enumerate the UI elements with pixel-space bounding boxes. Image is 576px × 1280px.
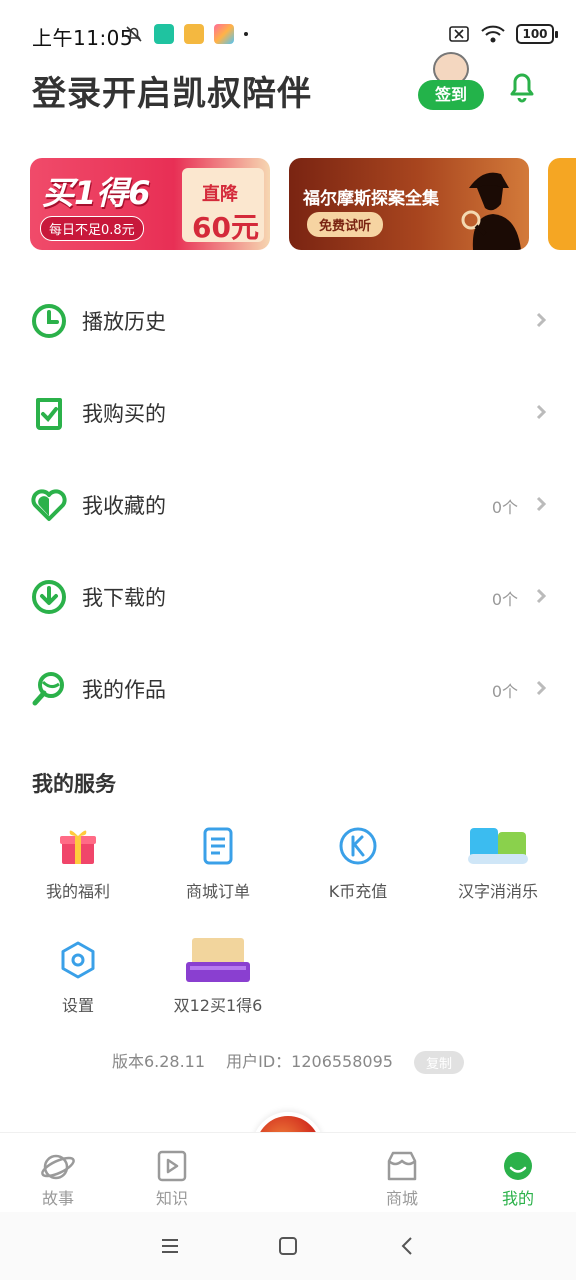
store-icon — [387, 1151, 417, 1181]
chevron-right-icon — [536, 404, 546, 420]
menu-item-label: 我下载的 — [82, 586, 166, 610]
clock-icon — [32, 304, 66, 338]
banner-main-text: 买1得6 — [42, 174, 151, 212]
menu-item-label: 我收藏的 — [82, 494, 166, 518]
bottom-nav: 故事 知识 商城 我的 — [0, 1132, 576, 1212]
menu-item-label: 我的作品 — [82, 678, 166, 702]
menu-lines-icon[interactable] — [158, 1234, 182, 1258]
service-label: 商城订单 — [185, 882, 250, 901]
chevron-right-icon — [536, 496, 546, 512]
toolbox-app-icon — [184, 24, 204, 44]
banner-sherlock[interactable]: 福尔摩斯探案全集 免费试听 — [289, 158, 529, 250]
tab-label: 我的 — [501, 1189, 534, 1208]
gift-icon — [60, 830, 96, 864]
heart-icon — [31, 489, 67, 521]
signin-label: 签到 — [418, 80, 484, 110]
chevron-right-icon — [536, 312, 546, 328]
k-coin-icon — [339, 827, 377, 865]
home-square-icon[interactable] — [276, 1234, 300, 1258]
discount-card: 直降 60元 — [182, 168, 264, 244]
discount-value: 60元 — [192, 211, 259, 244]
gallery-app-icon — [214, 24, 234, 44]
menu-item-works[interactable]: 我的作品 0个 — [0, 642, 576, 734]
service-hanzi-game[interactable]: 汉字消消乐 — [428, 824, 568, 902]
user-id: 用户ID：1206558095 — [226, 1052, 393, 1071]
video-play-icon — [157, 1150, 187, 1182]
download-icon — [32, 580, 66, 614]
service-label: 设置 — [61, 996, 94, 1015]
menu-item-count: 0个 — [491, 498, 518, 517]
more-notifications-dot-icon — [244, 32, 248, 36]
shield-app-icon — [154, 24, 174, 44]
status-bar: 上午11:05 100 — [0, 0, 576, 70]
microphone-icon — [32, 672, 64, 706]
menu-item-history[interactable]: 播放历史 — [0, 274, 576, 366]
detective-silhouette-icon — [461, 172, 521, 250]
service-welfare[interactable]: 我的福利 — [8, 824, 148, 902]
banner-partial[interactable] — [548, 158, 576, 250]
tab-store[interactable]: 商城 — [362, 1149, 442, 1209]
tab-story[interactable]: 故事 — [18, 1149, 98, 1209]
system-nav-bar — [0, 1212, 576, 1280]
chevron-right-icon — [536, 588, 546, 604]
shopping-bag-check-icon — [36, 398, 62, 430]
promo-card-icon — [186, 938, 250, 982]
service-kcoin[interactable]: K币充值 — [288, 824, 428, 902]
tab-label: 故事 — [41, 1189, 74, 1208]
sim-off-icon — [449, 26, 469, 42]
page-title[interactable]: 登录开启凯叔陪伴 — [32, 66, 312, 115]
menu-item-purchased[interactable]: 我购买的 — [0, 366, 576, 458]
tab-label: 知识 — [155, 1189, 188, 1208]
status-system-icons: 100 — [448, 24, 558, 44]
settings-hexagon-icon — [61, 941, 95, 979]
banner-carousel[interactable]: 买1得6 每日不足0.8元 直降 60元 福尔摩斯探案全集 免费试听 — [30, 158, 576, 250]
menu-item-count: 0个 — [491, 590, 518, 609]
battery-icon: 100 — [516, 24, 558, 44]
banner-promo-buy1get6[interactable]: 买1得6 每日不足0.8元 直降 60元 — [30, 158, 270, 250]
smile-face-icon — [504, 1152, 532, 1180]
menu-item-label: 播放历史 — [82, 310, 166, 334]
service-label: 汉字消消乐 — [457, 882, 538, 901]
tab-mine[interactable]: 我的 — [478, 1149, 558, 1209]
status-time: 上午11:05 — [32, 26, 134, 50]
service-settings[interactable]: 设置 — [8, 938, 148, 1016]
menu-item-favorites[interactable]: 我收藏的 0个 — [0, 458, 576, 550]
hanzi-game-icon — [468, 828, 528, 864]
menu-item-downloads[interactable]: 我下载的 0个 — [0, 550, 576, 642]
chevron-right-icon — [536, 680, 546, 696]
version-row: 版本6.28.11 用户ID：1206558095 复制 — [0, 1048, 576, 1074]
banner-title: 福尔摩斯探案全集 — [303, 189, 439, 209]
service-label: 我的福利 — [45, 882, 110, 901]
services-title: 我的服务 — [32, 772, 116, 796]
bell-icon[interactable] — [504, 66, 540, 106]
service-label: K币充值 — [328, 882, 388, 901]
discount-title: 直降 — [202, 184, 238, 205]
back-chevron-icon[interactable] — [396, 1234, 420, 1258]
tab-knowledge[interactable]: 知识 — [132, 1149, 212, 1209]
order-document-icon — [203, 827, 233, 865]
planet-icon — [41, 1154, 75, 1180]
mute-bell-icon — [126, 26, 142, 42]
app-version: 版本6.28.11 — [111, 1052, 206, 1071]
copy-button[interactable]: 复制 — [414, 1051, 465, 1074]
wifi-icon — [481, 25, 505, 43]
banner-tag: 免费试听 — [307, 212, 384, 237]
menu-item-label: 我购买的 — [82, 402, 166, 426]
service-double12[interactable]: 双12买1得6 — [148, 938, 288, 1016]
menu-item-count: 0个 — [491, 682, 518, 701]
banner-sub-text: 每日不足0.8元 — [40, 216, 144, 241]
status-notification-icons — [124, 24, 248, 44]
menu-list: 播放历史 我购买的 我收藏的 0个 我下载的 0个 我的作品 0个 — [0, 274, 576, 734]
service-orders[interactable]: 商城订单 — [148, 824, 288, 902]
service-label: 双12买1得6 — [173, 996, 263, 1015]
signin-button[interactable]: 签到 — [416, 52, 486, 110]
tab-label: 商城 — [385, 1189, 418, 1208]
